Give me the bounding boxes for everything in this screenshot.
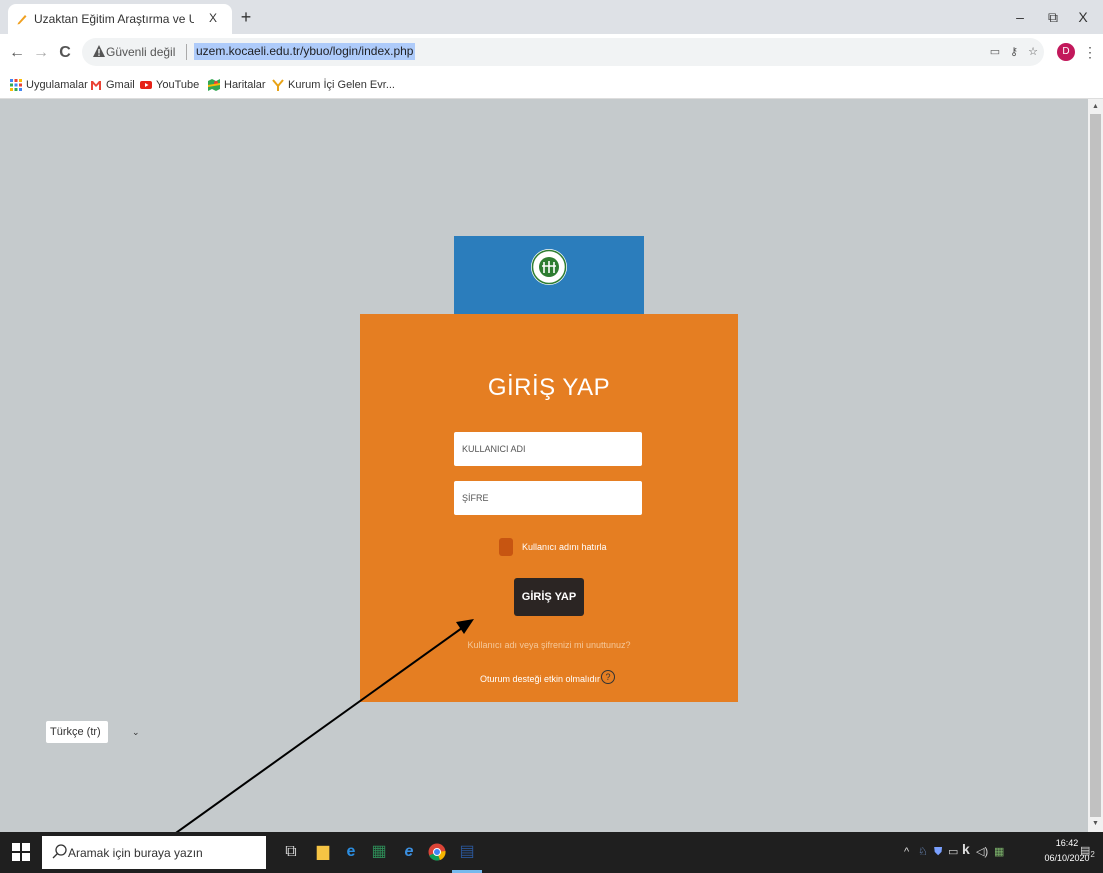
bookmark-label: Gmail	[106, 79, 135, 91]
keyboard-layout-icon[interactable]: ▦	[994, 845, 1004, 859]
browser-toolbar: ← → C Güvenli değil uzem.kocaeli.edu.tr/…	[0, 34, 1103, 72]
search-placeholder: Aramak için buraya yazın	[68, 846, 203, 860]
scroll-down-arrow[interactable]: ▼	[1088, 817, 1103, 831]
bookmark-youtube[interactable]: YouTube	[140, 77, 199, 93]
tab-close-icon[interactable]: X	[205, 10, 221, 26]
security-status[interactable]: Güvenli değil	[106, 45, 175, 59]
new-tab-button[interactable]: +	[236, 7, 256, 27]
separator	[186, 44, 187, 60]
chrome-icon[interactable]	[426, 840, 448, 864]
scrollbar-thumb[interactable]	[1090, 114, 1101, 817]
chevron-down-icon: ⌄	[132, 727, 140, 737]
password-input[interactable]	[454, 481, 642, 515]
windows-start-icon[interactable]	[12, 843, 30, 861]
youtube-icon	[140, 81, 152, 89]
bookmark-label: Uygulamalar	[26, 79, 88, 91]
back-button[interactable]: ←	[6, 42, 28, 64]
bookmark-label: Haritalar	[224, 79, 266, 91]
tab-title: Uzaktan Eğitim Araştırma ve Uyg	[34, 12, 194, 26]
scroll-up-arrow[interactable]: ▲	[1088, 100, 1103, 114]
excel-icon[interactable]: ▦	[368, 840, 390, 864]
remember-checkbox[interactable]	[499, 538, 513, 556]
notification-count: 2	[1090, 850, 1095, 860]
profile-avatar[interactable]: D	[1057, 43, 1075, 61]
login-button[interactable]: GİRİŞ YAP	[514, 578, 584, 616]
word-icon[interactable]: ▤	[456, 840, 478, 864]
browser-tab[interactable]: Uzaktan Eğitim Araştırma ve Uyg X	[8, 4, 232, 34]
maps-icon	[208, 79, 220, 91]
forgot-password-link[interactable]: Kullanıcı adı veya şifrenizi mi unuttunu…	[360, 640, 738, 650]
bookmark-gmail[interactable]: Gmail	[90, 77, 135, 93]
username-input[interactable]	[454, 432, 642, 466]
tab-strip: Uzaktan Eğitim Araştırma ve Uyg X + – ⧉ …	[0, 0, 1103, 34]
university-logo	[531, 249, 567, 285]
bookmark-kurum[interactable]: Kurum İçi Gelen Evr...	[272, 77, 395, 93]
search-icon	[52, 844, 67, 859]
forward-button[interactable]: →	[30, 42, 52, 64]
remember-label: Kullanıcı adını hatırla	[522, 542, 607, 552]
shield-icon[interactable]: ⛊	[934, 845, 942, 859]
minimize-button[interactable]: –	[1005, 6, 1035, 28]
login-title: GİRİŞ YAP	[487, 374, 611, 401]
restore-button[interactable]: ⧉	[1038, 6, 1068, 28]
tray-app-icon[interactable]: ♘	[918, 845, 928, 859]
apps-grid-icon	[10, 79, 22, 91]
address-bar[interactable]: Güvenli değil uzem.kocaeli.edu.tr/ybuo/l…	[82, 38, 1044, 66]
task-view-icon[interactable]: ⧉	[280, 840, 302, 864]
menu-icon[interactable]: ⋮	[1083, 43, 1097, 61]
windows-taskbar: Aramak için buraya yazın ⧉ ▆ e ▦ e ▤ ^ ♘…	[0, 832, 1103, 873]
session-note: Oturum desteği etkin olmalıdır	[480, 674, 601, 684]
file-explorer-icon[interactable]: ▆	[312, 840, 334, 864]
url-text[interactable]: uzem.kocaeli.edu.tr/ybuo/login/index.php	[194, 43, 416, 60]
tray-overflow-icon[interactable]: ^	[904, 845, 909, 859]
language-selected: Türkçe (tr)	[50, 726, 101, 738]
reload-button[interactable]: C	[54, 42, 76, 64]
taskbar-search[interactable]: Aramak için buraya yazın	[42, 836, 266, 869]
k-app-icon[interactable]: k	[962, 842, 970, 856]
pencil-favicon-icon	[17, 15, 27, 25]
bookmark-apps[interactable]: Uygulamalar	[10, 77, 88, 93]
network-icon[interactable]: ▭	[948, 845, 958, 859]
bookmark-label: Kurum İçi Gelen Evr...	[288, 79, 395, 91]
warning-icon	[93, 45, 105, 57]
cast-icon[interactable]: ▭	[988, 45, 1002, 59]
bookmark-label: YouTube	[156, 79, 200, 91]
bookmark-maps[interactable]: Haritalar	[208, 77, 266, 93]
star-icon[interactable]: ☆	[1026, 45, 1040, 59]
yandex-icon	[272, 79, 284, 91]
gmail-icon	[91, 81, 101, 90]
notification-icon[interactable]: ▤2	[1080, 844, 1095, 862]
volume-icon[interactable]: ◁)	[976, 845, 988, 859]
close-window-button[interactable]: X	[1068, 6, 1098, 28]
help-icon[interactable]: ?	[601, 670, 615, 684]
bookmarks-bar: Uygulamalar Gmail YouTube Haritalar Kuru…	[0, 72, 1103, 99]
edge-icon[interactable]: e	[340, 840, 362, 864]
internet-explorer-icon[interactable]: e	[398, 840, 420, 864]
key-icon[interactable]: ⚷	[1007, 45, 1021, 59]
language-select[interactable]: Türkçe (tr) ⌄	[46, 721, 140, 743]
